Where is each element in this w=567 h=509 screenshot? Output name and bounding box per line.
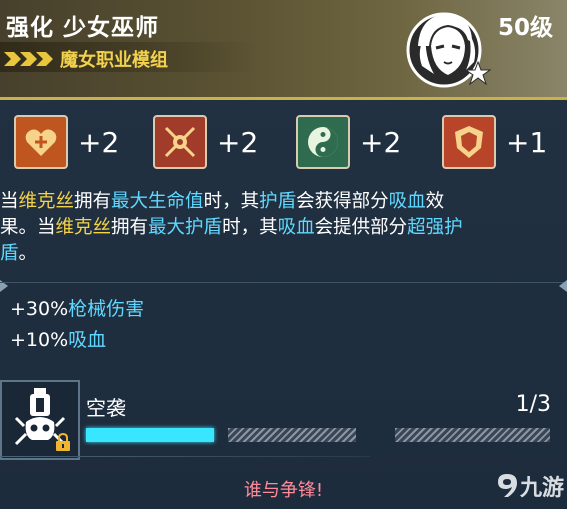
description-line: 当维克丝拥有最大生命值时，其护盾会获得部分吸血效 xyxy=(0,191,445,212)
description-line: 盾。 xyxy=(0,243,38,264)
attribute-item: +2 xyxy=(296,114,401,170)
yin-yang-icon xyxy=(296,115,350,169)
watermark: 九游 xyxy=(494,470,564,502)
module-subtitle: 魔女职业模组 xyxy=(60,50,168,71)
heart-arrow-icon xyxy=(14,115,68,169)
attribute-value: +2 xyxy=(78,125,120,159)
description-line: 果。当维克丝拥有最大护盾时，其吸血会提供部分超强护 xyxy=(0,217,463,238)
attribute-value: +2 xyxy=(217,125,259,159)
skill-count: 1/3 xyxy=(515,392,551,417)
chevrons-icon xyxy=(4,52,53,66)
lock-icon xyxy=(56,432,70,451)
header-divider xyxy=(0,97,567,100)
stat-line: +30%枪械伤害 xyxy=(10,298,145,320)
skill-divider xyxy=(0,456,370,457)
module-title: 强化 少女巫师 xyxy=(6,15,160,41)
crossed-blades-icon xyxy=(153,115,207,169)
skill-progress-segment-empty xyxy=(395,428,550,442)
skill-flavor-text: 谁与争锋! xyxy=(243,480,324,501)
section-divider xyxy=(0,282,567,283)
module-description: 当维克丝拥有最大生命值时，其护盾会获得部分吸血效 果。当维克丝拥有最大护盾时，其… xyxy=(0,189,560,267)
attribute-value: +1 xyxy=(506,125,548,159)
shield-crest-icon xyxy=(442,115,496,169)
skill-progress-segment-filled xyxy=(86,428,214,442)
skill-slot[interactable] xyxy=(0,380,80,460)
girl-portrait-icon xyxy=(406,12,492,88)
attribute-item: +2 xyxy=(14,114,119,170)
module-card: 强化 少女巫师 魔女职业模组 50级 +2 +2 +2 +1 当维克丝拥有最大生… xyxy=(0,0,567,509)
attribute-row: +2 +2 +2 +1 xyxy=(0,104,567,180)
nine-game-logo-icon xyxy=(498,474,517,497)
attribute-item: +2 xyxy=(153,114,258,170)
skill-progress-segment-empty xyxy=(228,428,356,442)
divider-marker-right xyxy=(559,280,567,292)
attribute-item: +1 xyxy=(442,114,547,170)
subtitle-row: 魔女职业模组 xyxy=(4,46,168,72)
watermark-text: 九游 xyxy=(520,476,565,501)
stat-line: +10%吸血 xyxy=(10,329,107,351)
skill-name: 空袭 xyxy=(86,396,126,420)
card-header: 强化 少女巫师 魔女职业模组 50级 xyxy=(0,0,567,100)
level-label: 50级 xyxy=(497,15,553,41)
attribute-value: +2 xyxy=(360,125,402,159)
